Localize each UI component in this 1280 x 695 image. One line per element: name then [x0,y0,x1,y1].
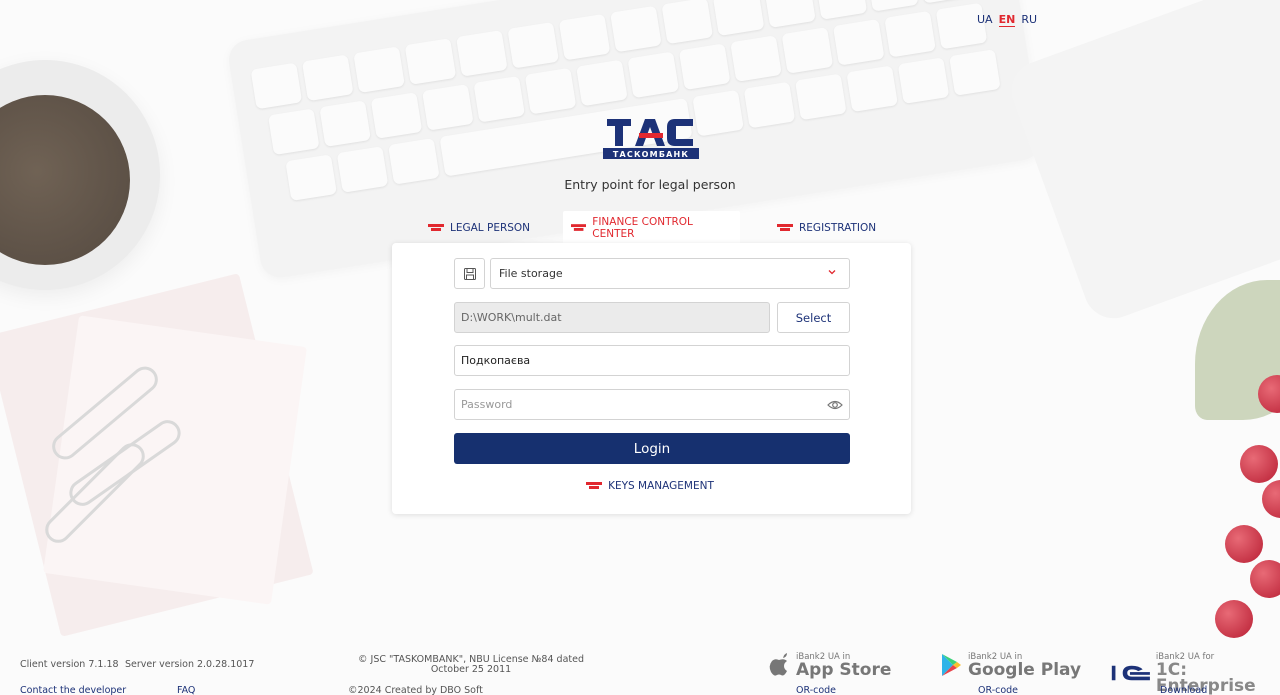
lang-en[interactable]: EN [998,13,1016,27]
key-storage-select[interactable]: File storage [490,258,850,289]
copyright-line: October 25 2011 [430,664,512,675]
login-button[interactable]: Login [454,433,850,464]
apple-icon [769,653,787,676]
tab-label: REGISTRATION [799,221,877,234]
client-version: Client version 7.1.18 [20,659,119,670]
app-store-badge[interactable]: iBank2 UA in App Store [768,652,892,680]
flag-icon [586,482,603,489]
berry-decoration [1225,525,1263,563]
key-file-path-field[interactable]: D:\WORK\mult.dat [454,302,770,333]
select-file-button[interactable]: Select [777,302,850,333]
eye-icon[interactable] [827,398,843,412]
google-play-badge[interactable]: iBank2 UA in Google Play [940,652,1082,680]
lang-ru[interactable]: RU [1021,13,1037,27]
google-play-qr-link[interactable]: OR-code [978,685,1018,695]
page-subtitle: Entry point for legal person [564,177,736,192]
username-field[interactable]: Подкопаєва [454,345,850,376]
store-name: App Store [796,660,892,680]
select-value: File storage [499,267,563,280]
berry-decoration [1250,560,1280,598]
google-play-icon [942,654,961,676]
paper-decoration [43,315,307,605]
created-by: ©2024 Created by DBO Soft [348,685,483,695]
1c-download-link[interactable]: Download [1160,685,1207,695]
lang-ua[interactable]: UA [977,13,993,27]
phone-decoration [1003,0,1280,327]
copyright-notice: © JSC "TASKOMBANK", NBU License №84 date… [336,655,606,675]
faq-link[interactable]: FAQ [177,685,195,695]
storage-type-button[interactable] [454,258,485,289]
berry-decoration [1240,445,1278,483]
keys-management-label: KEYS MANAGEMENT [608,480,714,492]
server-version: Server version 2.0.28.1017 [125,659,255,670]
tab-legal-person[interactable]: LEGAL PERSON [420,211,538,244]
app-store-qr-link[interactable]: OR-code [796,685,836,695]
tab-label: LEGAL PERSON [450,221,531,234]
taskombank-logo: ТАСКОМБАНК [603,119,699,159]
contact-developer-link[interactable]: Contact the developer [20,685,126,695]
password-field[interactable]: Password [454,389,850,420]
language-switcher: UA EN RU [977,13,1037,27]
password-placeholder: Password [461,398,513,411]
1c-icon [1111,665,1150,681]
flag-icon [777,223,793,231]
tab-registration[interactable]: REGISTRATION [769,211,884,244]
chevron-down-icon [828,270,836,275]
logo-subtext: ТАСКОМБАНК [613,150,689,159]
tab-finance-control-center[interactable]: FINANCE CONTROL CENTER [563,211,740,244]
keys-management-link[interactable]: KEYS MANAGEMENT [0,480,1280,492]
berry-decoration [1215,600,1253,638]
store-name: Google Play [968,660,1082,680]
flag-icon [428,223,444,231]
flag-icon [571,223,587,231]
floppy-disk-icon [463,267,476,280]
tab-label: FINANCE CONTROL CENTER [592,215,693,240]
